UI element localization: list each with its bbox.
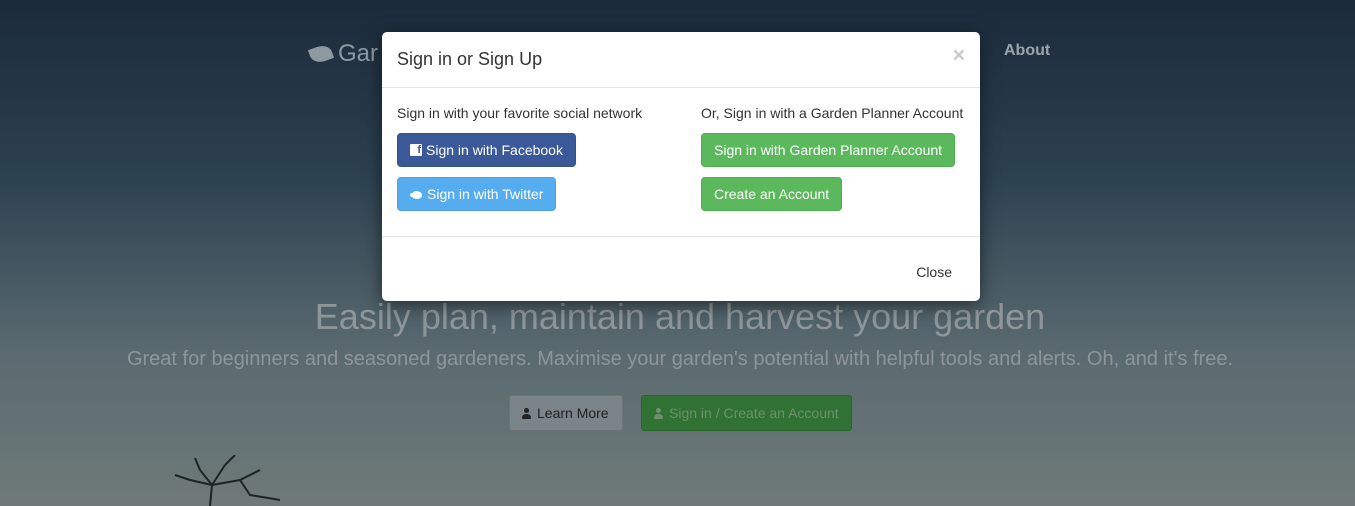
social-heading: Sign in with your favorite social networ… <box>397 105 643 121</box>
facebook-signin-label: Sign in with Facebook <box>426 142 563 158</box>
facebook-icon: f <box>410 144 422 156</box>
signin-modal: Sign in or Sign Up × Sign in with your f… <box>382 32 980 301</box>
twitter-signin-button[interactable]: Sign in with Twitter <box>397 177 557 211</box>
create-account-button[interactable]: Create an Account <box>701 177 843 211</box>
modal-header: Sign in or Sign Up × <box>382 32 980 88</box>
facebook-signin-button[interactable]: f Sign in with Facebook <box>397 133 576 167</box>
account-heading: Or, Sign in with a Garden Planner Accoun… <box>701 105 964 121</box>
close-icon[interactable]: × <box>953 44 965 68</box>
modal-title: Sign in or Sign Up <box>397 49 543 69</box>
social-signin-column: Sign in with your favorite social networ… <box>397 105 642 221</box>
twitter-icon <box>410 189 423 200</box>
modal-body: Sign in with your favorite social networ… <box>382 88 980 237</box>
twitter-signin-label: Sign in with Twitter <box>427 186 544 202</box>
modal-footer: Close <box>382 237 980 302</box>
close-button[interactable]: Close <box>903 255 965 289</box>
garden-planner-signin-button[interactable]: Sign in with Garden Planner Account <box>701 133 956 167</box>
account-signin-column: Or, Sign in with a Garden Planner Accoun… <box>701 105 963 221</box>
